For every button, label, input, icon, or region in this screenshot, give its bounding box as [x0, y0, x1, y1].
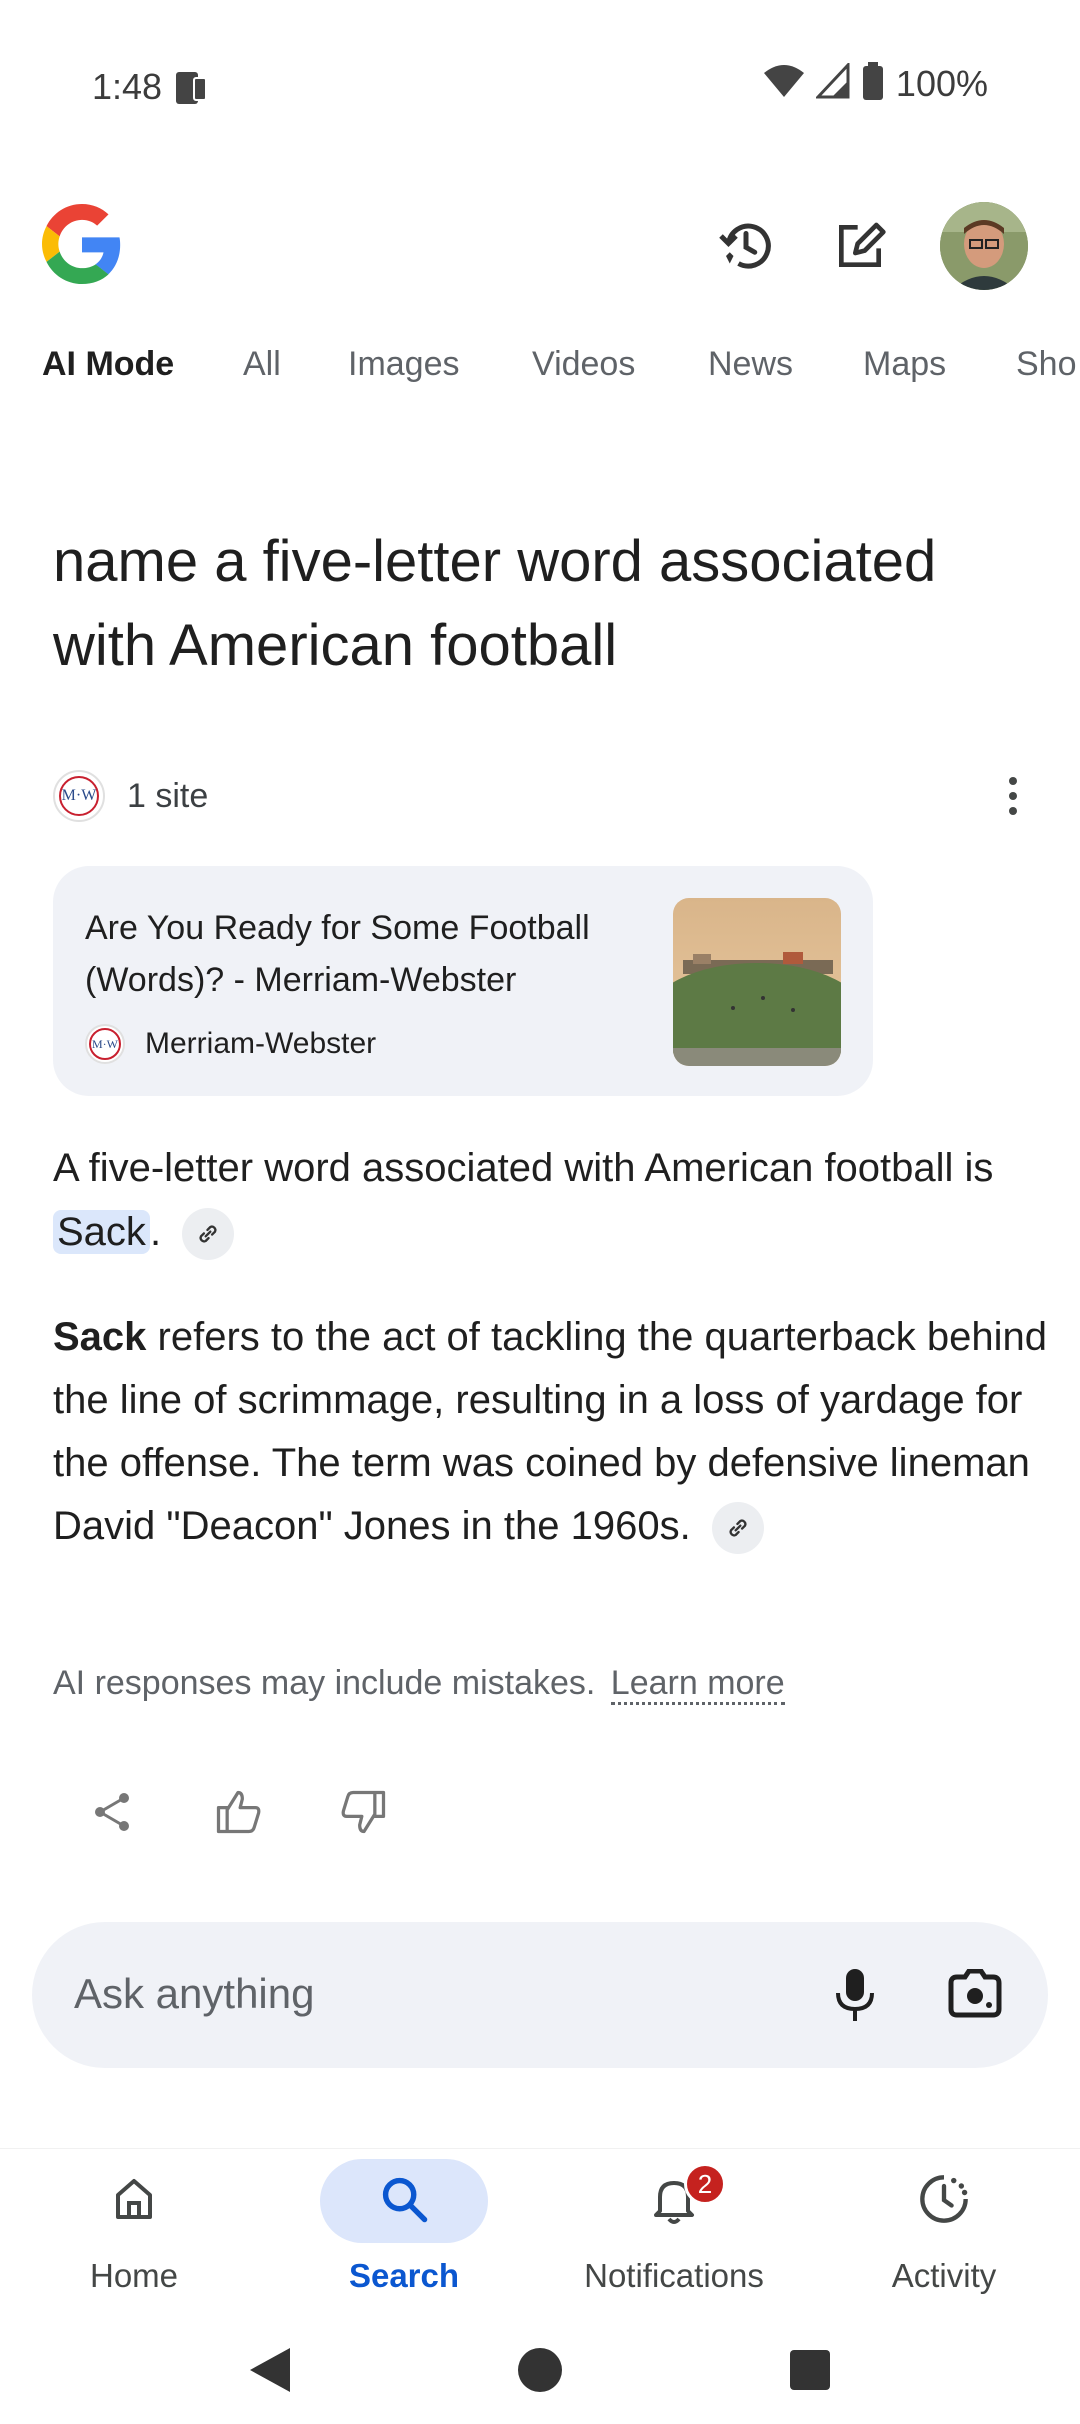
source-site-name: Merriam-Webster [145, 1027, 377, 1060]
merriam-webster-logo: M·W [53, 770, 105, 822]
header [0, 190, 1080, 310]
battery-icon [862, 62, 884, 105]
more-options-icon[interactable] [993, 770, 1033, 822]
search-icon [378, 2173, 430, 2230]
status-time: 1:48 [92, 66, 163, 107]
tab-videos[interactable]: Videos [532, 345, 635, 384]
answer-paragraph-1: A five-letter word associated with Ameri… [53, 1136, 1053, 1264]
signal-icon [814, 61, 850, 104]
source-card-title: Are You Ready for Some Football (Words)?… [85, 909, 590, 999]
merriam-webster-logo-small: M·W [85, 1024, 125, 1064]
home-icon [110, 2175, 158, 2228]
nav-search-label: Search [348, 2257, 460, 2294]
nav-search[interactable]: Search [304, 2159, 504, 2309]
recents-square-icon[interactable] [786, 2344, 834, 2401]
nav-activity-label: Activity [891, 2257, 997, 2294]
citation-link-icon[interactable] [182, 1208, 235, 1261]
google-lens-icon[interactable] [942, 1962, 1008, 2028]
google-logo[interactable] [42, 204, 122, 284]
activity-icon [918, 2173, 970, 2230]
wifi-icon [763, 63, 804, 104]
home-circle-icon[interactable] [516, 2344, 564, 2401]
new-chat-edit-icon[interactable] [828, 214, 892, 278]
tab-news[interactable]: News [708, 345, 793, 384]
search-tabs: AI Mode All Images Videos News Maps Sho [0, 345, 1080, 405]
tab-all[interactable]: All [243, 345, 281, 384]
back-icon[interactable] [246, 2344, 294, 2401]
learn-more-link[interactable]: Learn more [610, 1664, 785, 1705]
thumbs-down-icon[interactable] [336, 1784, 392, 1840]
sim-card-icon [170, 68, 210, 108]
query-text: name a five-letter word associated with … [53, 529, 937, 678]
ai-disclaimer: AI responses may include mistakes. Learn… [53, 1664, 785, 1705]
feedback-row [84, 1784, 392, 1840]
tab-shopping[interactable]: Sho [1016, 345, 1077, 384]
nav-notifications-label: Notifications [584, 2257, 764, 2294]
notifications-badge: 2 [684, 2163, 726, 2205]
system-navigation-bar [0, 2324, 1080, 2424]
status-bar: 1:48 100% [0, 0, 1080, 150]
nav-home[interactable]: Home [34, 2159, 234, 2309]
source-card[interactable]: Are You Ready for Some Football (Words)?… [53, 866, 873, 1096]
source-card-site: M·W Merriam-Webster [85, 1024, 376, 1064]
nav-activity[interactable]: Activity [844, 2159, 1044, 2309]
answer-highlight: Sack [53, 1210, 150, 1254]
share-icon[interactable] [84, 1784, 140, 1840]
page: 1:48 100% AI Mode All Images Videos News… [0, 0, 1080, 2424]
bottom-navigation: Home Search 2 Notifications Activity [0, 2148, 1080, 2324]
source-thumbnail [673, 898, 841, 1066]
tab-images[interactable]: Images [348, 345, 460, 384]
nav-home-label: Home [89, 2257, 179, 2294]
nav-notifications[interactable]: 2 Notifications [574, 2159, 774, 2309]
sources-count: 1 site [127, 776, 209, 815]
microphone-icon[interactable] [822, 1962, 888, 2028]
answer-paragraph-2: Sack refers to the act of tackling the q… [53, 1306, 1053, 1558]
battery-percent: 100% [895, 62, 988, 104]
ask-input[interactable]: Ask anything [32, 1922, 1048, 2068]
sources-row[interactable]: M·W 1 site [53, 766, 1033, 826]
account-avatar[interactable] [940, 202, 1028, 290]
thumbs-up-icon[interactable] [210, 1784, 266, 1840]
ai-history-icon[interactable] [714, 214, 778, 278]
citation-link-icon-2[interactable] [711, 1502, 764, 1555]
status-right: 100% [763, 61, 988, 105]
tab-maps[interactable]: Maps [863, 345, 946, 384]
ask-placeholder: Ask anything [74, 1970, 315, 2017]
tab-ai-mode[interactable]: AI Mode [42, 345, 174, 384]
